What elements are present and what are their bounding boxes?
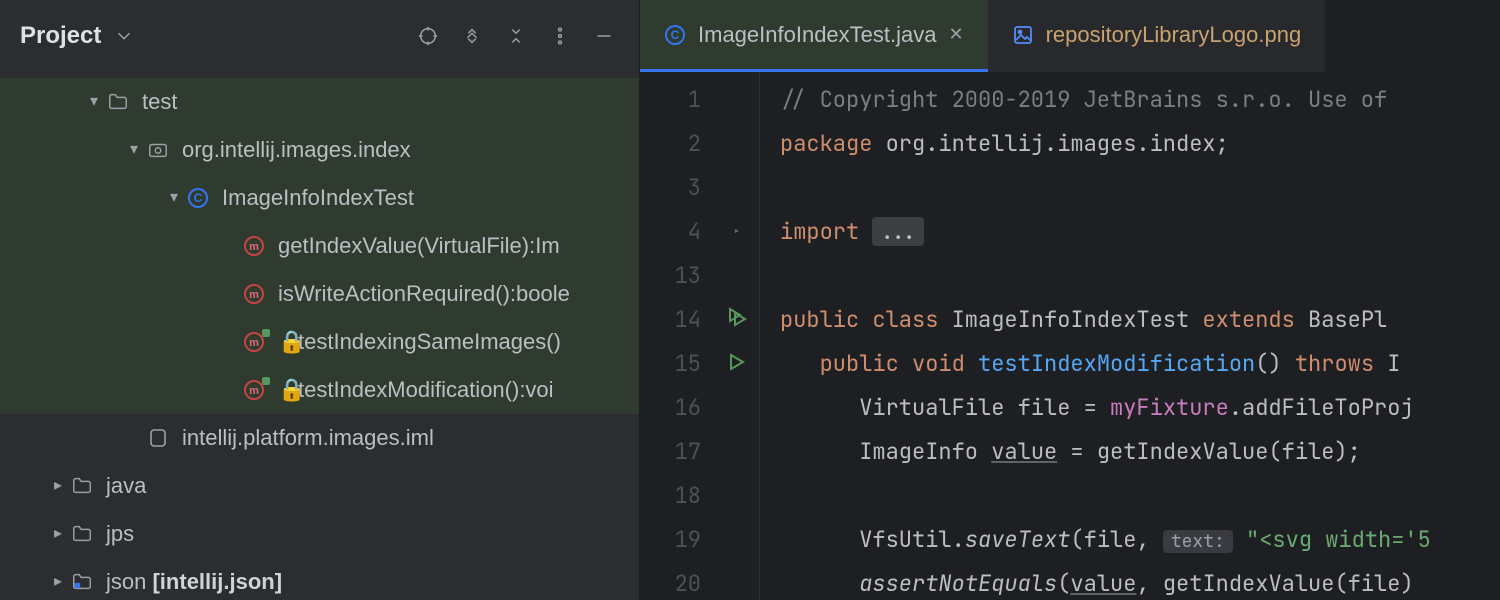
class-icon: C: [664, 24, 686, 46]
code-content[interactable]: // Copyright 2000-2019 JetBrains s.r.o. …: [759, 72, 1500, 600]
svg-text:m: m: [249, 289, 259, 301]
tree-label: ImageInfoIndexTest: [222, 185, 414, 211]
collapse-all-icon[interactable]: [501, 21, 531, 51]
project-panel-title[interactable]: Project: [20, 21, 139, 51]
chevron-right-icon: ▸: [48, 524, 68, 543]
tree-node-package[interactable]: ▾ org.intellij.images.index: [0, 126, 639, 174]
minimize-icon[interactable]: [589, 21, 619, 51]
method-run-icon: m: [240, 379, 268, 401]
folder-icon: [68, 475, 96, 497]
tree-node-json-folder[interactable]: ▸ json [intellij.json]: [0, 558, 639, 600]
chevron-down-icon: ▾: [164, 188, 184, 207]
inlay-hint: text:: [1163, 530, 1233, 553]
package-icon: [144, 139, 172, 161]
tree-label: getIndexValue(VirtualFile):Im: [278, 233, 560, 259]
tab-inactive-file[interactable]: repositoryLibraryLogo.png: [988, 0, 1326, 72]
tree-node-class[interactable]: ▾ C ImageInfoIndexTest: [0, 174, 639, 222]
run-class-icon[interactable]: [727, 298, 747, 342]
lock-icon: 🔒: [278, 377, 292, 403]
chevron-down-icon: ▾: [84, 92, 104, 111]
folder-icon: [104, 91, 132, 113]
project-tree[interactable]: ▾ test ▾ org.intellij.images.index ▾ C I…: [0, 72, 639, 600]
tree-node-method[interactable]: m getIndexValue(VirtualFile):Im: [0, 222, 639, 270]
tab-label: ImageInfoIndexTest.java: [698, 22, 936, 48]
tree-node-test-method[interactable]: m 🔒 testIndexingSameImages(): [0, 318, 639, 366]
lock-icon: 🔒: [278, 329, 292, 355]
chevron-right-icon: ▸: [48, 476, 68, 495]
target-icon[interactable]: [413, 21, 443, 51]
tree-label: isWriteActionRequired():boole: [278, 281, 570, 307]
expand-all-icon[interactable]: [457, 21, 487, 51]
tree-label: test: [142, 89, 177, 115]
gutter-line-numbers: 1 2 3 4 13 14 15 16 17 18 19 20: [640, 72, 715, 600]
tree-node-iml-file[interactable]: intellij.platform.images.iml: [0, 414, 639, 462]
method-run-icon: m: [240, 331, 268, 353]
file-icon: [144, 427, 172, 449]
more-vertical-icon[interactable]: [545, 21, 575, 51]
tree-node-test-method[interactable]: m 🔒 testIndexModification():voi: [0, 366, 639, 414]
class-icon: C: [184, 187, 212, 209]
method-icon: m: [240, 283, 268, 305]
chevron-down-icon: [109, 21, 139, 51]
tree-label: java: [106, 473, 146, 499]
svg-text:m: m: [249, 241, 259, 253]
tree-node-test-folder[interactable]: ▾ test: [0, 78, 639, 126]
tree-label: testIndexingSameImages(): [298, 329, 561, 355]
gutter-run-icons: ▸: [715, 72, 759, 600]
tree-label: testIndexModification():voi: [298, 377, 554, 403]
svg-text:C: C: [194, 191, 203, 205]
tab-active-file[interactable]: C ImageInfoIndexTest.java ✕: [640, 0, 988, 72]
chevron-right-icon: ▸: [48, 572, 68, 591]
tree-node-method[interactable]: m isWriteActionRequired():boole: [0, 270, 639, 318]
panel-title-label: Project: [20, 22, 101, 50]
fold-icon[interactable]: ▸: [733, 210, 741, 254]
tree-node-java-folder[interactable]: ▸ java: [0, 462, 639, 510]
close-icon[interactable]: ✕: [948, 24, 963, 45]
chevron-down-icon: ▾: [124, 140, 144, 159]
svg-text:m: m: [249, 337, 259, 349]
project-panel-header: Project: [0, 0, 639, 72]
project-tool-window: Project ▾: [0, 0, 640, 600]
run-test-icon[interactable]: [728, 342, 746, 386]
svg-text:C: C: [671, 28, 680, 42]
module-folder-icon: [68, 571, 96, 593]
tree-label: json [intellij.json]: [106, 569, 282, 595]
method-icon: m: [240, 235, 268, 257]
tree-label: jps: [106, 521, 134, 547]
tree-label: intellij.platform.images.iml: [182, 425, 434, 451]
tree-node-jps-folder[interactable]: ▸ jps: [0, 510, 639, 558]
code-editor[interactable]: 1 2 3 4 13 14 15 16 17 18 19 20 ▸: [640, 72, 1500, 600]
editor-area: C ImageInfoIndexTest.java ✕ repositoryLi…: [640, 0, 1500, 600]
image-icon: [1012, 24, 1034, 46]
tab-label: repositoryLibraryLogo.png: [1046, 22, 1302, 48]
editor-tabs: C ImageInfoIndexTest.java ✕ repositoryLi…: [640, 0, 1500, 72]
svg-text:m: m: [249, 385, 259, 397]
folder-icon: [68, 523, 96, 545]
tree-label: org.intellij.images.index: [182, 137, 411, 163]
